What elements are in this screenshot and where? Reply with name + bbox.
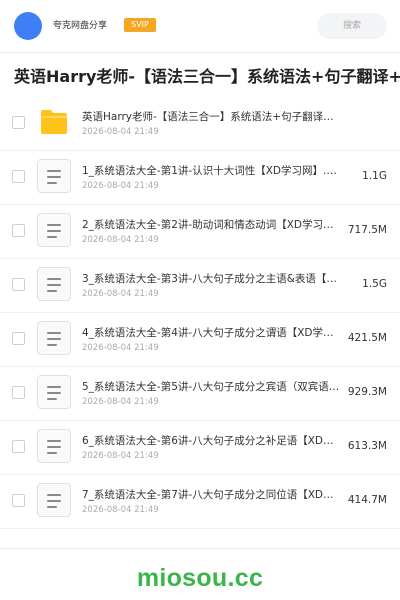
file-date: 2026-08-04 21:49 bbox=[82, 397, 159, 407]
row-checkbox[interactable] bbox=[12, 278, 25, 291]
file-size: 1.1G bbox=[362, 170, 387, 182]
row-checkbox[interactable] bbox=[12, 170, 25, 183]
file-size: 613.3M bbox=[347, 440, 387, 452]
document-lines-icon bbox=[37, 213, 71, 247]
file-name: 6_系统语法大全-第6讲-八大句子成分之补足语【XD学习网】.mp4 bbox=[82, 435, 340, 447]
file-date: 2026-08-04 21:49 bbox=[82, 289, 159, 299]
document-lines-icon bbox=[37, 429, 71, 463]
file-name: 1_系统语法大全-第1讲-认识十大词性【XD学习网】.mp4 bbox=[82, 165, 340, 177]
file-size: 1.5G bbox=[362, 278, 387, 290]
document-lines-icon bbox=[37, 483, 71, 517]
file-date: 2026-08-04 21:49 bbox=[82, 343, 159, 353]
row-checkbox[interactable] bbox=[12, 224, 25, 237]
file-name: 4_系统语法大全-第4讲-八大句子成分之谓语【XD学习网】.mp4 bbox=[82, 327, 340, 339]
folder-icon bbox=[41, 110, 67, 134]
row-checkbox[interactable] bbox=[12, 116, 25, 129]
watermark: miosou.cc bbox=[136, 564, 264, 592]
row-checkbox[interactable] bbox=[12, 332, 25, 345]
file-row[interactable]: 7_系统语法大全-第7讲-八大句子成分之同位语【XD学习网】.mp4 2026-… bbox=[0, 475, 400, 529]
header-divider bbox=[0, 52, 400, 53]
file-row[interactable]: 5_系统语法大全-第5讲-八大句子成分之宾语（双宾语）【XD学习网】.mp4 2… bbox=[0, 367, 400, 421]
file-size: 414.7M bbox=[347, 494, 387, 506]
header: 夸克网盘分享 SVIP bbox=[0, 0, 400, 52]
svip-badge: SVIP bbox=[124, 18, 156, 32]
file-size: 421.5M bbox=[347, 332, 387, 344]
file-name: 5_系统语法大全-第5讲-八大句子成分之宾语（双宾语）【XD学习网】.mp4 bbox=[82, 381, 340, 393]
file-date: 2026-08-04 21:49 bbox=[82, 127, 159, 137]
file-date: 2026-08-04 21:49 bbox=[82, 235, 159, 245]
document-lines-icon bbox=[37, 267, 71, 301]
row-checkbox[interactable] bbox=[12, 440, 25, 453]
file-name: 英语Harry老师-【语法三合一】系统语法+句子翻译+分类1 bbox=[82, 111, 340, 123]
file-date: 2026-08-04 21:49 bbox=[82, 181, 159, 191]
row-checkbox[interactable] bbox=[12, 386, 25, 399]
file-name: 3_系统语法大全-第3讲-八大句子成分之主语&表语【XD学习网】.mp4 bbox=[82, 273, 340, 285]
file-row[interactable]: 6_系统语法大全-第6讲-八大句子成分之补足语【XD学习网】.mp4 2026-… bbox=[0, 421, 400, 475]
folder-title: 英语Harry老师-【语法三合一】系统语法+句子翻译+分类1 bbox=[14, 67, 400, 86]
avatar[interactable] bbox=[14, 12, 42, 40]
file-name: 2_系统语法大全-第2讲-助动词和情态动词【XD学习网】.mp4 bbox=[82, 219, 340, 231]
file-size: 717.5M bbox=[347, 224, 387, 236]
file-row[interactable]: 4_系统语法大全-第4讲-八大句子成分之谓语【XD学习网】.mp4 2026-0… bbox=[0, 313, 400, 367]
document-lines-icon bbox=[37, 321, 71, 355]
username: 夸克网盘分享 bbox=[53, 21, 108, 31]
file-row[interactable]: 3_系统语法大全-第3讲-八大句子成分之主语&表语【XD学习网】.mp4 202… bbox=[0, 259, 400, 313]
file-row-folder[interactable]: 英语Harry老师-【语法三合一】系统语法+句子翻译+分类1 2026-08-0… bbox=[0, 97, 400, 151]
file-date: 2026-08-04 21:49 bbox=[82, 505, 159, 515]
document-lines-icon bbox=[37, 375, 71, 409]
row-checkbox[interactable] bbox=[12, 494, 25, 507]
file-date: 2026-08-04 21:49 bbox=[82, 451, 159, 461]
file-name: 7_系统语法大全-第7讲-八大句子成分之同位语【XD学习网】.mp4 bbox=[82, 489, 340, 501]
search-input[interactable] bbox=[317, 13, 387, 39]
file-size: 929.3M bbox=[347, 386, 387, 398]
document-lines-icon bbox=[37, 159, 71, 193]
file-row[interactable]: 1_系统语法大全-第1讲-认识十大词性【XD学习网】.mp4 2026-08-0… bbox=[0, 151, 400, 205]
file-row[interactable]: 2_系统语法大全-第2讲-助动词和情态动词【XD学习网】.mp4 2026-08… bbox=[0, 205, 400, 259]
file-list: 英语Harry老师-【语法三合一】系统语法+句子翻译+分类1 2026-08-0… bbox=[0, 97, 400, 529]
list-bottom-divider bbox=[0, 548, 400, 549]
